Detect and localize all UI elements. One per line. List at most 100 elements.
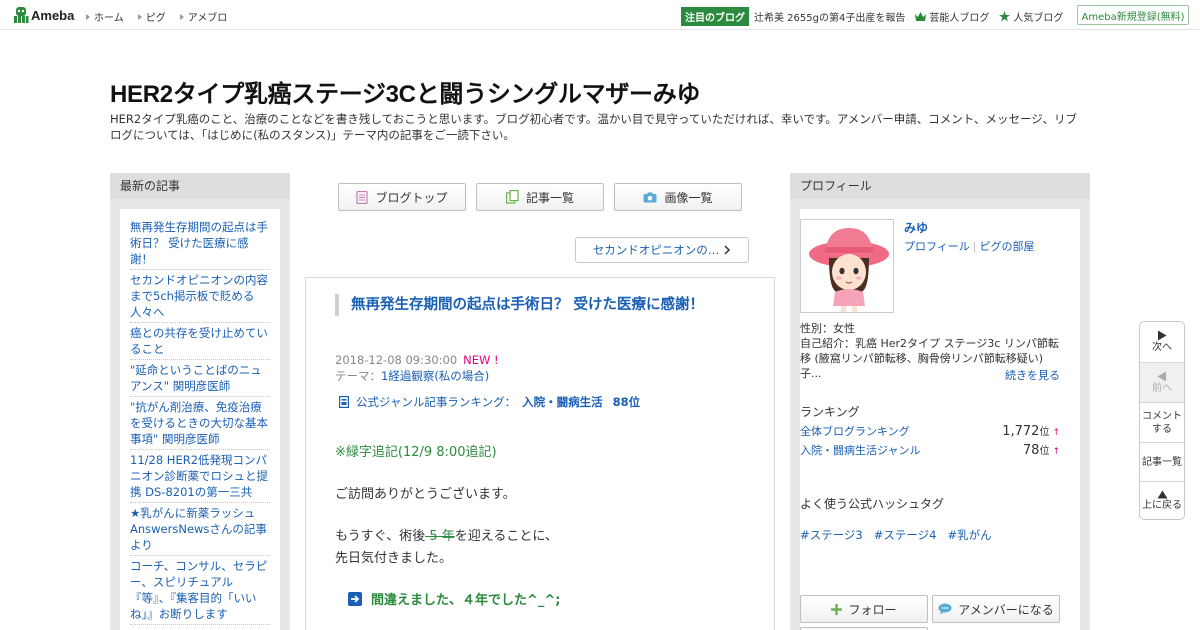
camera-icon [643,192,657,202]
article-text: もうすぐ、術後 [335,529,426,544]
avatar[interactable] [800,219,894,313]
image-list-button[interactable]: 画像一覧 [614,183,742,211]
article-body: ※緑字追記(12/9 8:00追記) ご訪問ありがとうございます。 もうすぐ、術… [335,442,755,570]
latest-post-item[interactable]: 癌との共存を受け止めていること [130,323,270,360]
latest-post-item[interactable]: "抗がん剤治療、免疫治療を受けるときの大切な基本事項" 関明彦医師 [130,397,270,450]
latest-post-item[interactable]: ★乳がんに新薬ラッシュ AnswersNewsさんの記事より [130,503,270,556]
new-badge: NEW ! [463,353,499,367]
follow-label: フォロー [848,602,897,617]
previous-post-label: セカンドオピニオンの… [592,243,720,257]
profile-body: みゆ プロフィール | ピグの部屋 性別：女性 自己紹介：乳癌 Her2タイプ ステ… [800,209,1080,630]
amember-button[interactable]: アメンバーになる [932,595,1060,623]
latest-post-item[interactable]: セカンドオピニオンの内容まで5ch掲示板で貶める人々へ [130,270,270,323]
trend-up-icon: ↑ [1052,447,1060,457]
latest-post-item[interactable]: 11/28 HER2低発現コンパニオン診断薬でロシュと提携 DS-8201の第一… [130,450,270,503]
blog-top-button[interactable]: ブログトップ [338,183,466,211]
nav-home[interactable]: ホーム [86,9,124,24]
featured-link[interactable]: 辻希美 2655gの第4子出産を報告 [754,9,905,24]
comment-label: する [1152,423,1172,435]
article: 無再発生存期間の起点は手術日？ 受けた医療に感謝！ 2018-12-08 09:… [305,277,775,630]
back-to-top-label: 上に戻る [1142,499,1182,511]
latest-posts-list: 無再発生存期間の起点は手術日？ 受けた医療に感謝！ セカンドオピニオンの内容まで… [120,209,280,630]
hashtag-link[interactable]: #乳がん [947,527,991,543]
overall-ranking-link[interactable]: 全体ブログランキング [800,423,910,439]
profile-name[interactable]: みゆ [904,219,928,236]
floating-nav: 次へ 前へ コメント する 記事一覧 上に戻る [1139,321,1185,520]
hashtag-link[interactable]: #ステージ4 [874,527,937,543]
overall-ranking-row: 全体ブログランキング 1,772位 ↑ [800,423,1060,439]
global-header: Ameba ホーム ピグ アメブロ 注目のブログ 辻希美 2655gの第4子出産… [0,0,1200,30]
correction-text: 間違えました、４年でした^_^; [371,593,561,608]
celebrity-blog-link[interactable]: 芸能人ブログ [915,9,989,24]
document-icon [356,190,369,204]
blog-title[interactable]: HER2タイプ乳癌ステージ3Cと闘うシングルマザーみゆ [110,74,700,109]
chevron-right-icon [724,245,731,255]
ranking-number: 1,772 [1002,424,1040,439]
latest-posts-widget: 最新の記事 無再発生存期間の起点は手術日？ 受けた医療に感謝！ セカンドオピニオ… [110,173,290,630]
ranking-number: 78 [1022,443,1040,458]
struck-text: 5 年 [425,529,455,544]
hashtag-list: #ステージ3 #ステージ4 #乳がん [800,527,1003,543]
next-label: 次へ [1152,342,1172,353]
play-icon [1158,330,1167,341]
read-more-link[interactable]: 続きを見る [1005,367,1060,383]
ranking-genre: 入院・闘病生活 [522,395,603,409]
article-paragraph: ご訪問ありがとうございます。 [335,487,516,502]
nav-pigg[interactable]: ピグ [137,9,166,24]
latest-post-item[interactable]: コーチ、コンサル、セラピー、スピリチュアル『等』、『集客目的「いいね」』お断りし… [130,556,270,625]
theme-link[interactable]: 1経過観察(私の場合) [381,369,489,383]
latest-posts-heading: 最新の記事 [110,173,290,199]
article-addendum: ※緑字追記(12/9 8:00追記) [335,445,497,460]
ameba-logo[interactable]: Ameba [13,6,74,24]
previous-post-link[interactable]: セカンドオピニオンの… [575,237,749,263]
arrow-right-icon [348,591,362,606]
profile-links: プロフィール | ピグの部屋 [904,238,1035,254]
post-list-shortcut[interactable]: 記事一覧 [1140,443,1184,482]
latest-post-item[interactable]: 無再発生存期間の起点は手術日？ 受けた医療に感謝！ [130,217,270,270]
caret-right-icon [137,13,142,20]
ranking-label: 公式ジャンル記事ランキング： [356,395,517,409]
follow-button[interactable]: フォロー [800,595,928,623]
ranking-value: 88位 [612,395,641,409]
triangle-up-icon [1157,490,1167,498]
ameba-logo-icon [13,6,29,24]
crown-icon [915,12,927,21]
next-post-button[interactable]: 次へ [1140,322,1184,363]
ranking-icon [339,396,349,408]
signup-button[interactable]: Ameba新規登録(無料) [1077,5,1189,25]
pigg-room-link[interactable]: ピグの部屋 [980,240,1035,253]
back-to-top-button[interactable]: 上に戻る [1140,482,1184,519]
post-list-button[interactable]: 記事一覧 [476,183,604,211]
star-icon [999,11,1011,22]
profile-link[interactable]: プロフィール [904,240,970,253]
plus-icon [831,603,843,615]
article-text: を迎えることに、 [454,529,559,544]
prev-label: 前へ [1152,382,1172,394]
correction-note: 間違えました、４年でした^_^; [348,589,560,608]
ranking-heading: ランキング [800,405,860,419]
profile-heading: プロフィール [790,173,1090,199]
genre-ranking-link[interactable]: 入院・闘病生活ジャンル [800,442,920,458]
article-datetime: 2018-12-08 09:30:00 [335,353,458,367]
genre-ranking-value: 78位 ↑ [1023,442,1060,458]
comment-button[interactable]: コメント する [1140,403,1184,443]
genre-ranking-link[interactable]: 公式ジャンル記事ランキング： 入院・闘病生活 88位 [339,394,640,410]
post-list-label: 記事一覧 [525,190,574,205]
chat-bubble-icon [938,603,952,615]
hashtag-link[interactable]: #ステージ3 [800,527,863,543]
popular-blog-link[interactable]: 人気ブログ [999,9,1063,24]
prev-post-button[interactable]: 前へ [1140,363,1184,403]
post-list-shortcut-label: 記事一覧 [1142,456,1182,468]
latest-post-item[interactable]: "延命ということばのニュアンス" 関明彦医師 [130,360,270,397]
nav-ameblo[interactable]: アメブロ [179,9,227,24]
blog-description: HER2タイプ乳癌のこと、治療のことなどを書き残しておこうと思います。ブログ初心… [110,112,1077,142]
ranking-unit: 位 [1039,446,1050,457]
logo-text: Ameba [31,7,75,23]
nav-home-label: ホーム [94,13,124,24]
article-title[interactable]: 無再発生存期間の起点は手術日？ 受けた医療に感謝！ [335,294,725,316]
amember-label: アメンバーになる [958,602,1054,617]
article-paragraph: 先日気付きました。 [335,551,453,566]
reverse-icon [1157,371,1166,381]
popular-blog-label: 人気ブログ [1013,13,1064,24]
